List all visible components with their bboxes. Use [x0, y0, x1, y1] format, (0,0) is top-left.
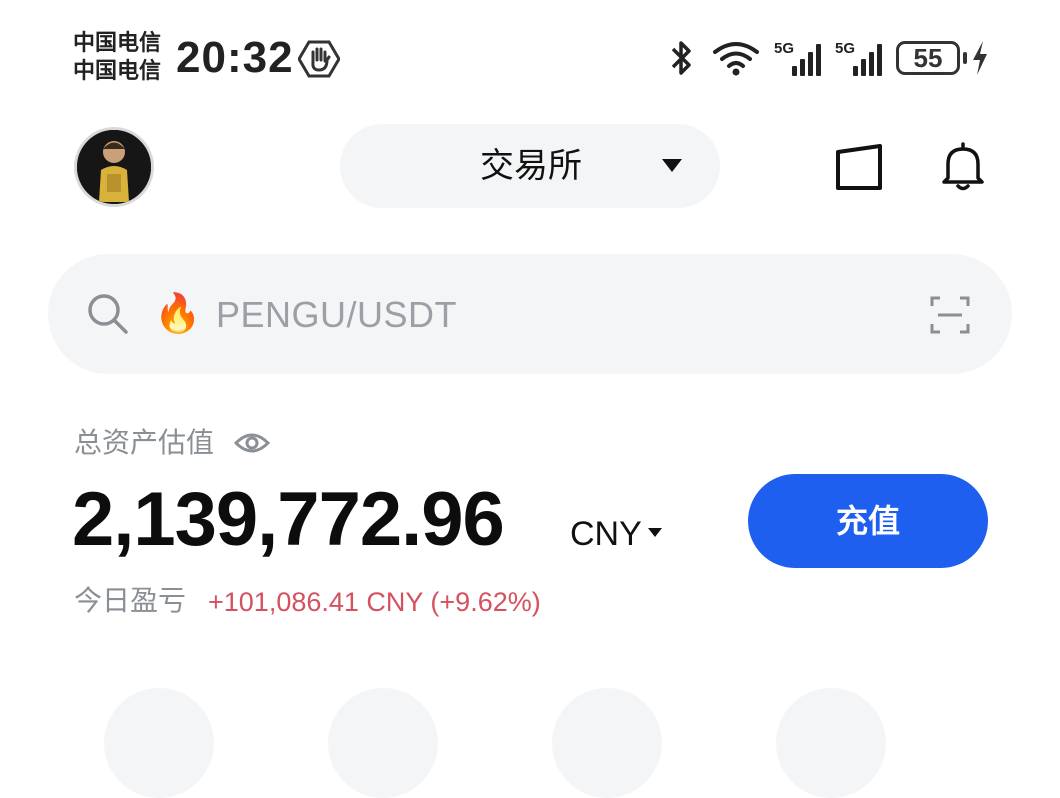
exchange-mode-selector[interactable]: 交易所: [340, 124, 720, 208]
charging-bolt-icon: [973, 41, 987, 75]
shortcut-item[interactable]: [104, 688, 214, 798]
cellular-signal-2: 5G: [835, 40, 882, 76]
signal-bars-icon: [792, 40, 821, 76]
search-icon: [88, 294, 128, 334]
eye-icon[interactable]: [234, 428, 270, 458]
avatar-image: [77, 130, 151, 204]
battery-indicator: 55: [896, 40, 990, 76]
search-input[interactable]: PENGU/USDT: [216, 294, 457, 336]
shortcut-item[interactable]: [552, 688, 662, 798]
status-icons: 5G 5G 55: [664, 36, 990, 80]
caret-down-icon[interactable]: [648, 528, 662, 537]
selector-label: 交易所: [480, 147, 582, 185]
network-type-2: 5G: [835, 40, 856, 57]
hand-icon: [298, 40, 340, 78]
today-pnl-label: 今日盈亏: [74, 584, 187, 617]
scan-icon[interactable]: [930, 296, 970, 334]
status-bar: 中国电信 中国电信 20:32 5G 5G 55: [0, 0, 1060, 100]
fire-icon: 🔥: [154, 293, 202, 335]
clock: 20:32: [176, 33, 294, 82]
search-bar[interactable]: 🔥 PENGU/USDT: [48, 254, 1012, 374]
battery-level: 55: [896, 41, 960, 75]
currency-selector[interactable]: CNY: [570, 514, 642, 554]
wifi-icon: [713, 42, 759, 76]
deposit-button[interactable]: 充值: [748, 474, 988, 568]
wallet-icon[interactable]: [834, 142, 884, 192]
total-assets-value: 2,139,772.96: [72, 477, 505, 562]
shortcut-item[interactable]: [776, 688, 886, 798]
today-pnl-value: +101,086.41 CNY (+9.62%): [208, 587, 541, 617]
bluetooth-icon: [671, 41, 691, 75]
cellular-signal-1: 5G: [774, 40, 821, 76]
network-type-1: 5G: [774, 40, 795, 57]
carrier-1: 中国电信: [73, 31, 162, 56]
avatar[interactable]: [74, 127, 154, 207]
caret-down-icon: [662, 159, 682, 172]
shortcut-item[interactable]: [328, 688, 438, 798]
carrier-labels: 中国电信 中国电信: [73, 30, 161, 86]
total-assets-label: 总资产估值: [74, 426, 215, 459]
signal-bars-icon: [853, 40, 882, 76]
bell-icon[interactable]: [940, 140, 986, 192]
carrier-2: 中国电信: [73, 59, 162, 84]
